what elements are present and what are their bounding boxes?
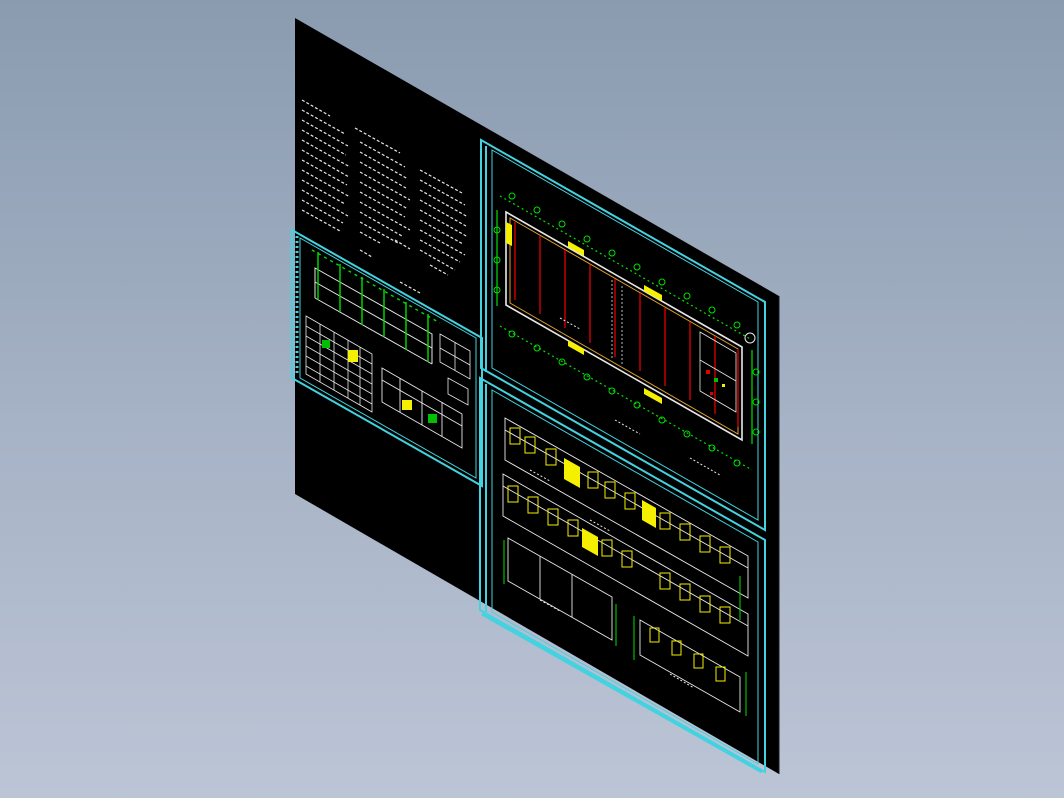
schedule-highlight-2	[322, 340, 330, 348]
drawing-sheet-background	[295, 18, 779, 774]
schedule-highlight	[348, 350, 358, 362]
small-elevation-window-1	[402, 400, 412, 410]
small-elevation-window-2	[428, 414, 437, 423]
model-viewport[interactable]	[0, 0, 1064, 798]
cad-drawing	[291, 18, 780, 774]
